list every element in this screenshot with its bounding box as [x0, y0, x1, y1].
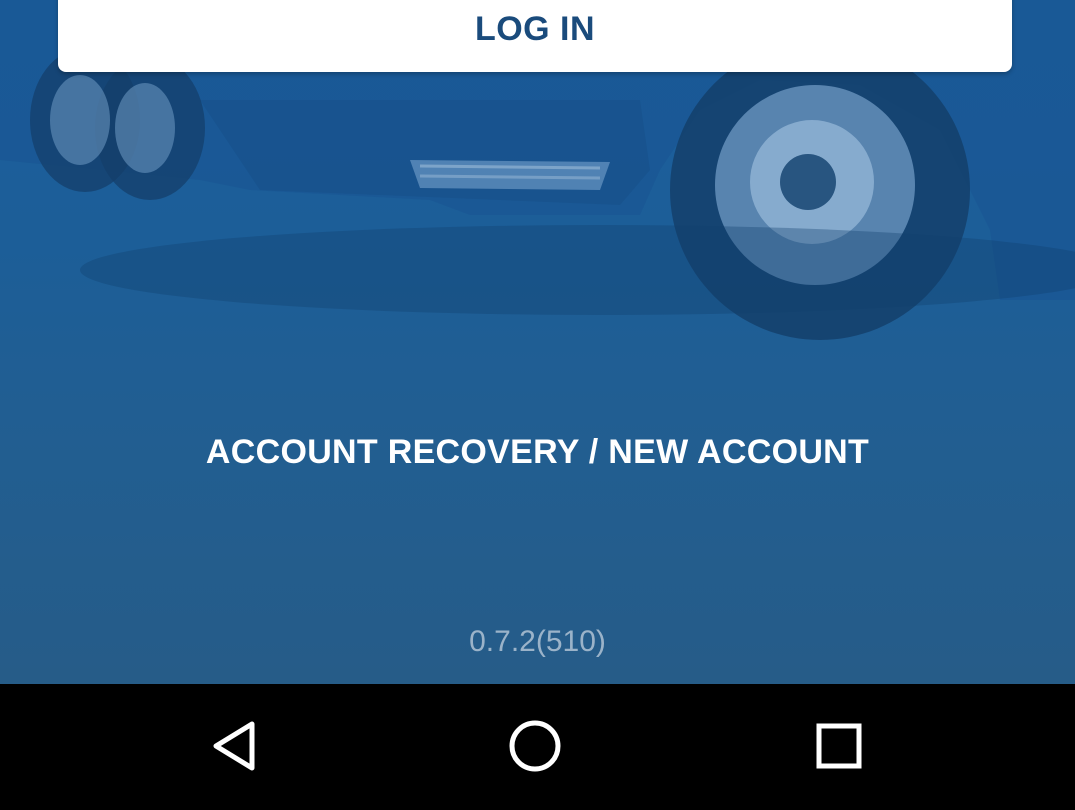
phone-screen: LOG IN ACCOUNT RECOVERY / NEW ACCOUNT 0.… [0, 0, 1075, 810]
home-circle-icon [509, 720, 561, 772]
home-button[interactable] [503, 714, 567, 778]
back-triangle-icon [213, 721, 255, 771]
login-screen: LOG IN ACCOUNT RECOVERY / NEW ACCOUNT 0.… [0, 0, 1075, 684]
recents-button[interactable] [807, 714, 871, 778]
login-button[interactable]: LOG IN [58, 0, 1012, 72]
android-navigation-bar [0, 684, 1075, 810]
login-button-label: LOG IN [474, 10, 596, 48]
back-button[interactable] [202, 714, 266, 778]
truck-background-image [0, 0, 1075, 340]
account-recovery-link[interactable]: ACCOUNT RECOVERY / NEW ACCOUNT [0, 432, 1075, 472]
recents-square-icon [816, 723, 862, 769]
app-version-label: 0.7.2(510) [469, 625, 606, 658]
